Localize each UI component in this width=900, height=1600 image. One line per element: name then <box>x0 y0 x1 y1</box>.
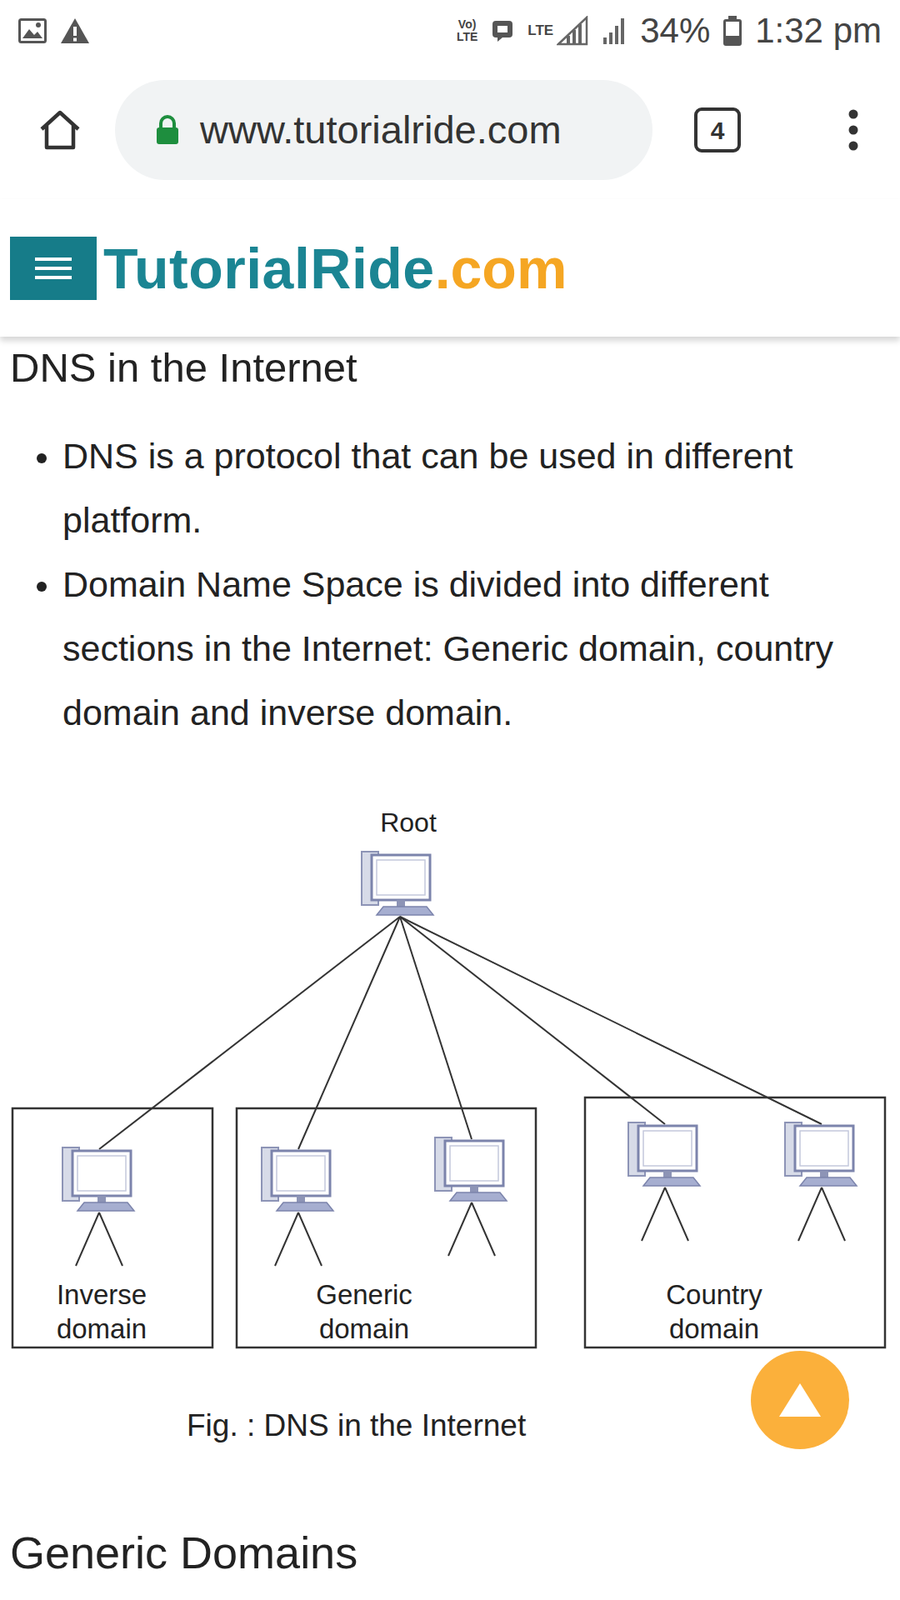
message-icon <box>490 19 515 43</box>
home-icon[interactable] <box>38 109 82 151</box>
scroll-top-button[interactable] <box>750 1350 850 1450</box>
domain-label: Inverse <box>56 1279 147 1310</box>
image-notification-icon <box>18 18 47 44</box>
menu-button[interactable] <box>10 236 97 300</box>
address-bar[interactable]: www.tutorialride.com <box>115 80 653 180</box>
bullet-list: DNS is a protocol that can be used in di… <box>0 424 900 745</box>
url-text[interactable]: www.tutorialride.com <box>200 100 562 160</box>
domain-label: domain <box>56 1313 147 1345</box>
battery-fill <box>725 35 740 44</box>
domain-label: domain <box>669 1313 760 1345</box>
bullet-item: DNS is a protocol that can be used in di… <box>62 424 894 553</box>
tab-switcher[interactable]: 4 <box>694 107 741 153</box>
dns-diagram: InversedomainGenericdomainCountrydomainR… <box>0 801 900 1360</box>
computer-icon <box>261 1147 334 1211</box>
article-title: DNS in the Internet <box>0 336 900 393</box>
tree-links <box>99 916 822 1150</box>
bullet-item: Domain Name Space is divided into differ… <box>62 552 894 745</box>
domain-label: Generic <box>315 1279 413 1310</box>
clock: 1:32 pm <box>755 13 882 49</box>
site-logo[interactable]: TutorialRide.com <box>103 225 567 311</box>
domain-box <box>236 1108 536 1348</box>
dns-figure: InversedomainGenericdomainCountrydomainR… <box>0 801 900 1360</box>
more-menu-icon[interactable] <box>846 109 860 151</box>
domain-label: Country <box>665 1279 763 1310</box>
battery-icon <box>723 15 742 46</box>
computer-icon <box>62 1147 135 1211</box>
computer-icon <box>435 1137 507 1201</box>
volte-indicator: Vo)LTE <box>456 18 478 43</box>
section-heading: Generic Domains <box>0 1525 900 1580</box>
computer-icon <box>785 1122 857 1186</box>
signal-icon <box>556 15 589 46</box>
signal-2-icon <box>601 15 627 46</box>
hamburger-icon <box>33 254 74 283</box>
warning-icon <box>60 17 90 45</box>
up-arrow-icon <box>776 1380 824 1420</box>
computer-icon <box>628 1122 700 1186</box>
domain-label: domain <box>319 1313 410 1345</box>
battery-percent: 34% <box>640 13 710 49</box>
status-bar: Vo)LTE LTE 34% 1:32 pm <box>0 0 900 61</box>
domain-box <box>12 1108 213 1348</box>
browser-toolbar: www.tutorialride.com 4 <box>0 60 900 200</box>
lock-icon <box>155 115 180 145</box>
root-label: Root <box>380 807 437 838</box>
computer-icon <box>361 851 434 915</box>
data-type: LTE <box>527 23 554 38</box>
domain-box <box>585 1097 885 1348</box>
site-header: TutorialRide.com <box>0 199 900 337</box>
